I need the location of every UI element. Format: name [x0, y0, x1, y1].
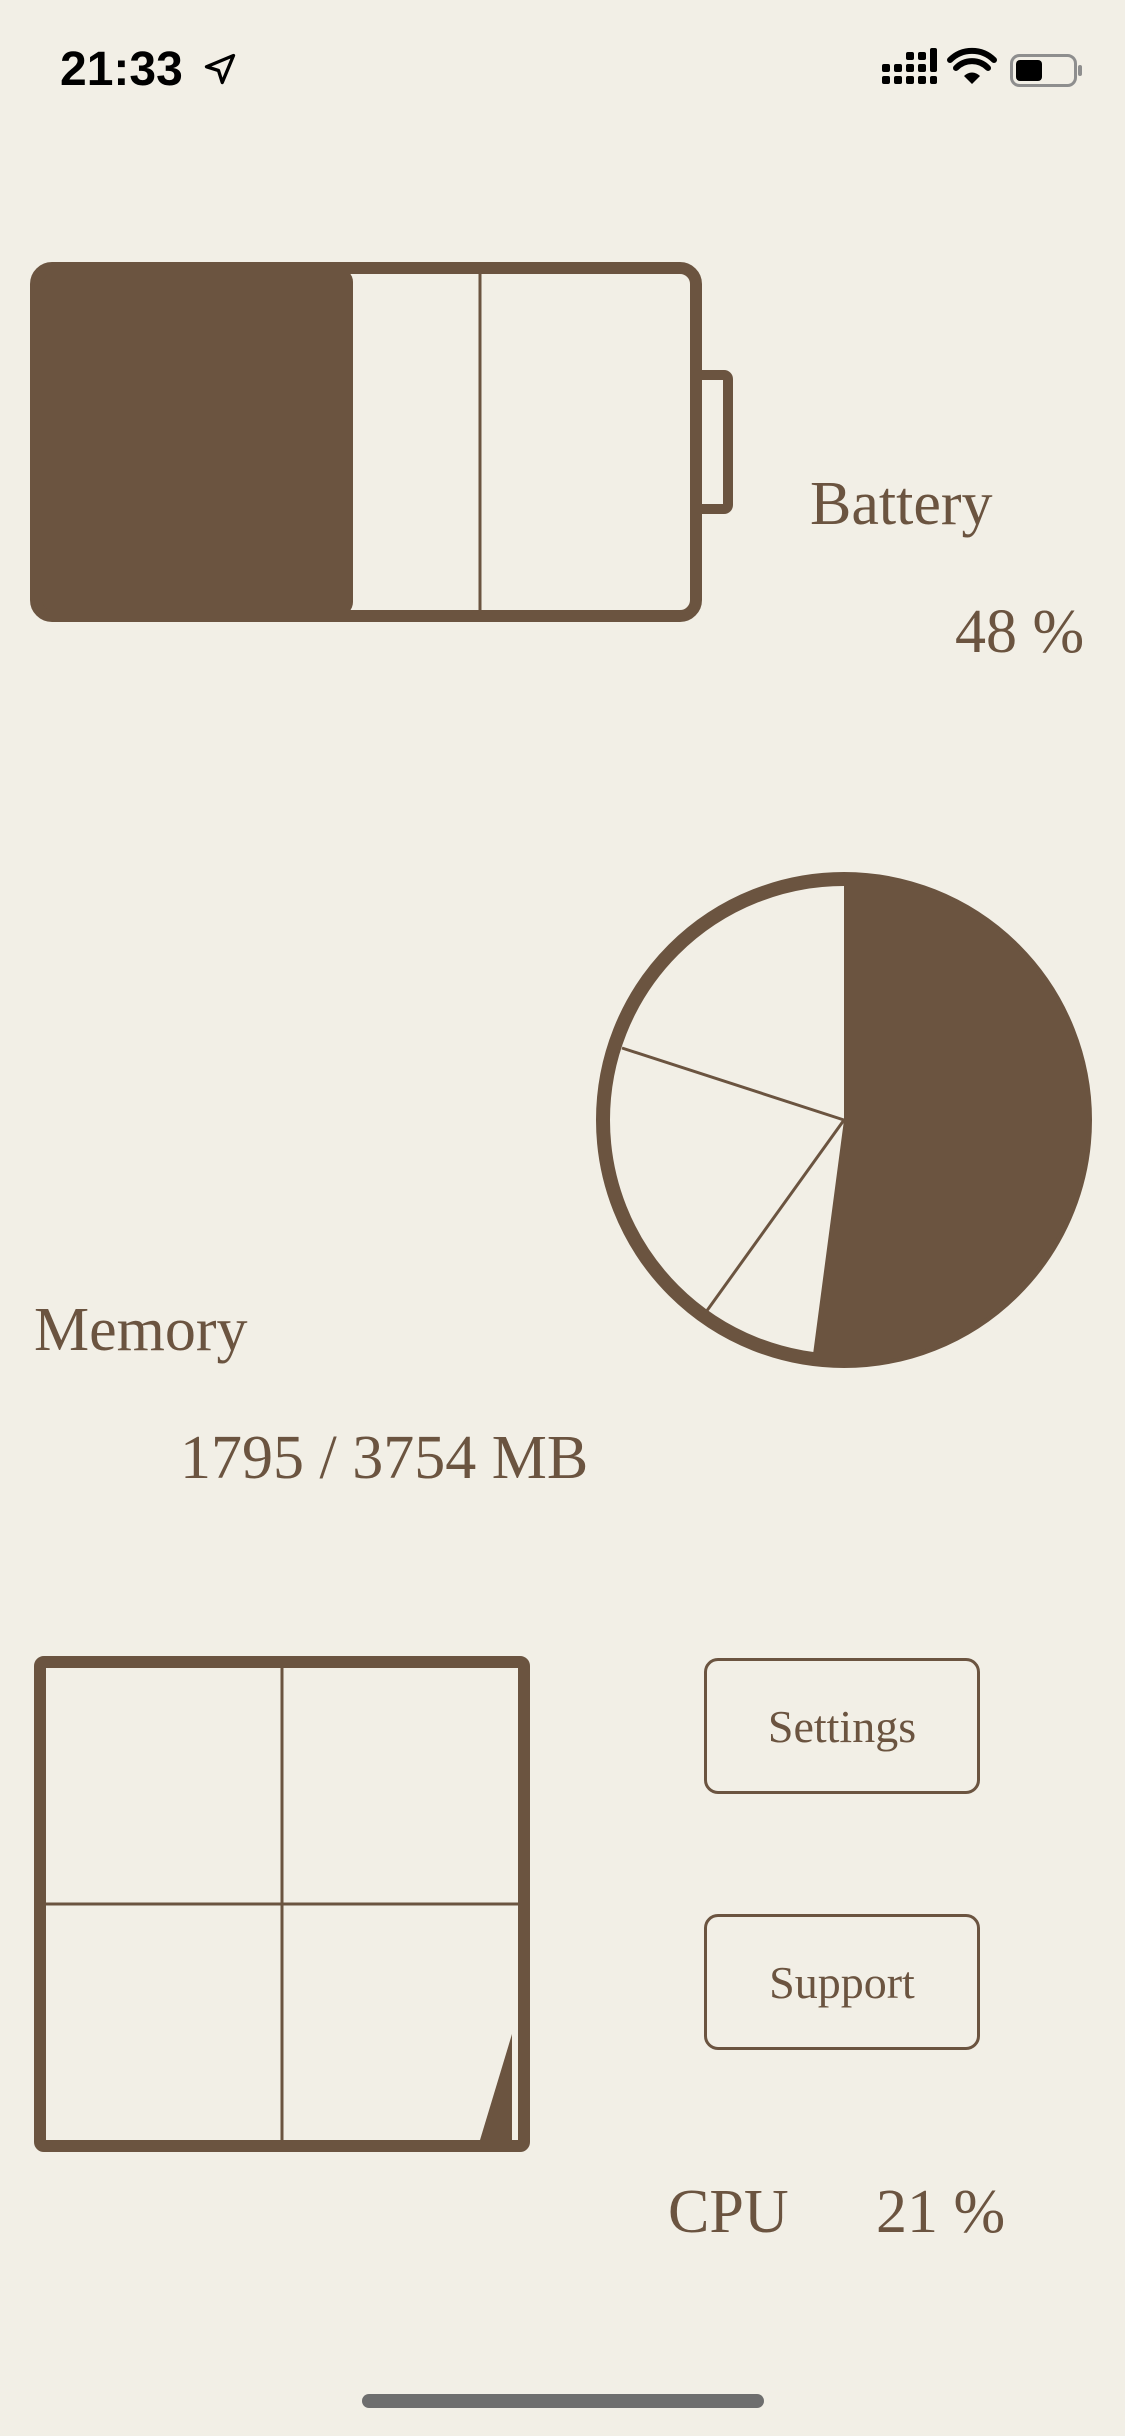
- memory-value: 1795 / 3754 MB: [180, 1424, 589, 1492]
- battery-label: Battery: [810, 470, 993, 538]
- cpu-label: CPU: [668, 2178, 789, 2246]
- cpu-usage-wedge: [480, 2034, 512, 2140]
- status-icons: [870, 44, 1090, 100]
- memory-pie: [596, 872, 1092, 1368]
- battery-value: 48 %: [955, 598, 1085, 666]
- wifi-icon: [947, 47, 997, 84]
- cpu-value: 21 %: [876, 2178, 1006, 2246]
- home-indicator[interactable]: [362, 2394, 764, 2408]
- battery-gauge: [30, 262, 733, 622]
- support-button[interactable]: Support: [704, 1914, 980, 2050]
- battery-icon: [1010, 54, 1082, 87]
- battery-fill: [36, 268, 353, 616]
- battery-terminal: [691, 370, 733, 514]
- memory-label: Memory: [34, 1296, 248, 1364]
- memory-used-slice: [812, 876, 1088, 1364]
- cellular-signal-icon: [882, 48, 937, 84]
- cpu-grid: [34, 1656, 530, 2152]
- memory-pie-divider: [621, 1046, 845, 1122]
- status-time: 21:33: [60, 40, 238, 100]
- settings-button[interactable]: Settings: [704, 1658, 980, 1794]
- location-arrow-icon: [204, 53, 236, 85]
